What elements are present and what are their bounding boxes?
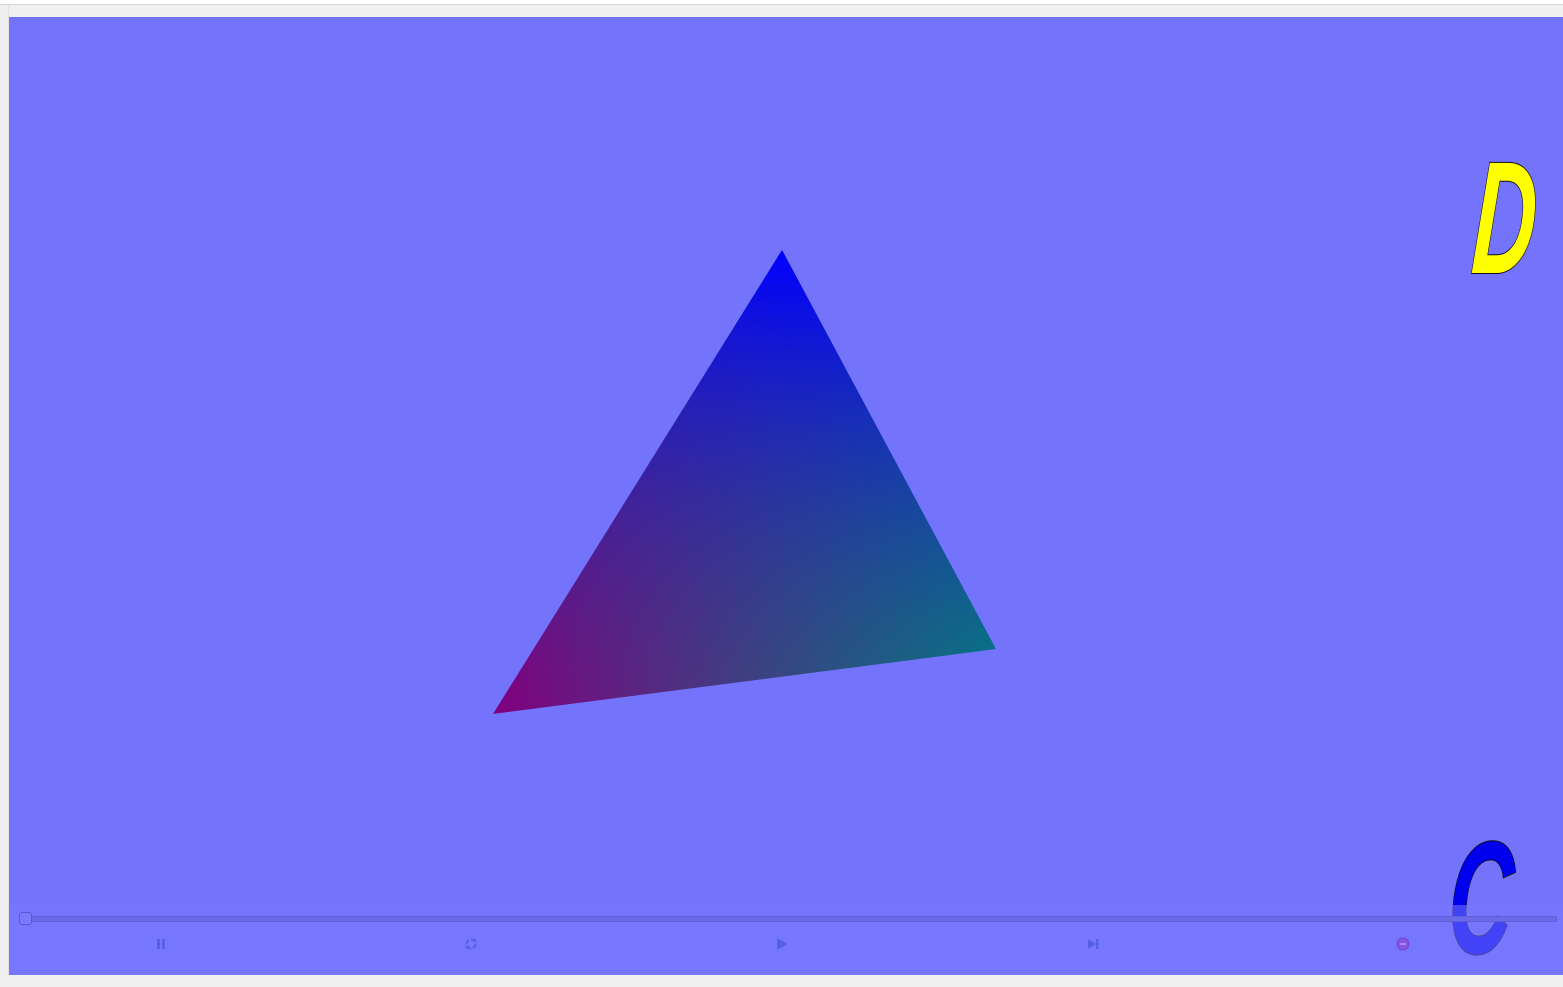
loop-button[interactable] bbox=[460, 933, 482, 955]
app-window: D C bbox=[0, 0, 1563, 987]
gradient-triangle-top-blend bbox=[493, 250, 996, 714]
record-button[interactable] bbox=[1392, 933, 1414, 955]
pause-button[interactable] bbox=[150, 933, 172, 955]
triangle-scene bbox=[493, 250, 996, 714]
overlay-letter-d: D bbox=[1467, 127, 1543, 307]
play-button[interactable] bbox=[771, 933, 793, 955]
play-icon bbox=[777, 938, 788, 950]
loop-icon bbox=[465, 938, 477, 950]
window-top-strip bbox=[0, 0, 1563, 5]
record-icon bbox=[1396, 937, 1410, 951]
skip-forward-button[interactable] bbox=[1082, 933, 1104, 955]
seek-bar[interactable] bbox=[19, 912, 1557, 925]
window-left-edge bbox=[0, 5, 9, 975]
seek-handle[interactable] bbox=[19, 912, 32, 925]
render-viewport[interactable] bbox=[9, 17, 1563, 975]
pause-icon bbox=[157, 939, 165, 949]
player-controls bbox=[9, 905, 1563, 975]
skip-forward-icon bbox=[1088, 939, 1099, 949]
